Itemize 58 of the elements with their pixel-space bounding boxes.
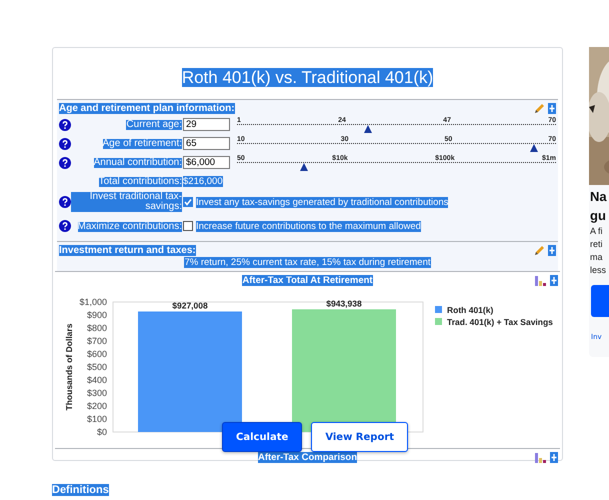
chart-title: After-Tax Total At Retirement xyxy=(242,275,373,286)
chart-title: After-Tax Comparison xyxy=(258,452,358,463)
pencil-icon[interactable] xyxy=(534,102,545,114)
axis-tick-label: $400 xyxy=(86,375,107,385)
value-label: $943,938 xyxy=(326,298,362,308)
axis-tick-label: $300 xyxy=(86,388,107,398)
card-text: A fi xyxy=(590,225,603,238)
card-heading: Na xyxy=(590,188,607,206)
pencil-icon[interactable] xyxy=(534,244,545,256)
expand-icon[interactable] xyxy=(548,102,556,114)
card-text: reti xyxy=(590,238,603,251)
input-field[interactable]: 65 xyxy=(183,137,230,150)
slider-thumb[interactable] xyxy=(530,144,538,152)
checkbox[interactable] xyxy=(183,221,193,231)
input-field[interactable]: $6,000 xyxy=(183,156,230,169)
checkbox-description: Increase future contributions to the maximum allowed xyxy=(196,220,421,232)
slider-thumb[interactable] xyxy=(364,124,372,132)
help-icon[interactable] xyxy=(59,118,71,130)
legend-label: Roth 401(k) xyxy=(447,305,494,315)
axis-tick-label: $500 xyxy=(86,362,107,372)
axis-tick-label: $0 xyxy=(96,427,107,437)
help-icon[interactable] xyxy=(59,138,71,150)
axis-tick-label: $600 xyxy=(86,349,107,359)
help-icon[interactable] xyxy=(59,196,71,208)
expand-icon[interactable] xyxy=(550,275,558,286)
checkbox-description: Invest any tax-savings generated by traditional contributions xyxy=(196,196,448,208)
expand-icon[interactable] xyxy=(550,452,558,463)
bar-chart-icon[interactable] xyxy=(535,275,547,286)
field-label: Current age: xyxy=(126,120,182,130)
bar-chart-icon[interactable] xyxy=(535,452,547,463)
axis-tick-label: $800 xyxy=(86,323,107,333)
slider-thumb[interactable] xyxy=(300,162,308,170)
axis-tick-label: $100 xyxy=(86,414,107,424)
help-icon[interactable] xyxy=(59,156,71,168)
expand-icon[interactable] xyxy=(548,244,556,256)
help-icon[interactable] xyxy=(59,220,71,232)
axis-tick-label: $700 xyxy=(86,336,107,346)
card-text: ma xyxy=(590,251,603,264)
total-value: $216,000 xyxy=(183,176,223,186)
axis-tick-label: $900 xyxy=(86,310,107,320)
field-label: Maximize contributions: xyxy=(78,222,182,232)
section-heading: Investment return and taxes: xyxy=(59,244,196,256)
value-label: $927,008 xyxy=(172,300,208,310)
axis-tick-label: $1,000 xyxy=(79,297,107,307)
calculate-button[interactable]: Calculate xyxy=(222,422,302,452)
field-label: Invest traditional tax-savings: xyxy=(71,192,182,212)
axis-tick-label: $200 xyxy=(86,401,107,411)
axis-title: Thousands of Dollars xyxy=(64,324,74,410)
section-heading: Age and retirement plan information: xyxy=(59,102,235,114)
definitions-heading: Definitions xyxy=(52,484,109,496)
calculator-title: Roth 401(k) vs. Traditional 401(k) xyxy=(182,68,434,87)
section-summary: 7% return, 25% current tax rate, 15% tax during retirement xyxy=(184,257,431,268)
card-text: less xyxy=(590,264,606,277)
input-field[interactable]: 29 xyxy=(183,118,230,131)
legend-label: Trad. 401(k) + Tax Savings xyxy=(447,317,553,327)
checkbox[interactable] xyxy=(183,197,193,207)
report-button[interactable]: View Report xyxy=(311,422,408,452)
card-heading: gu xyxy=(590,207,606,225)
